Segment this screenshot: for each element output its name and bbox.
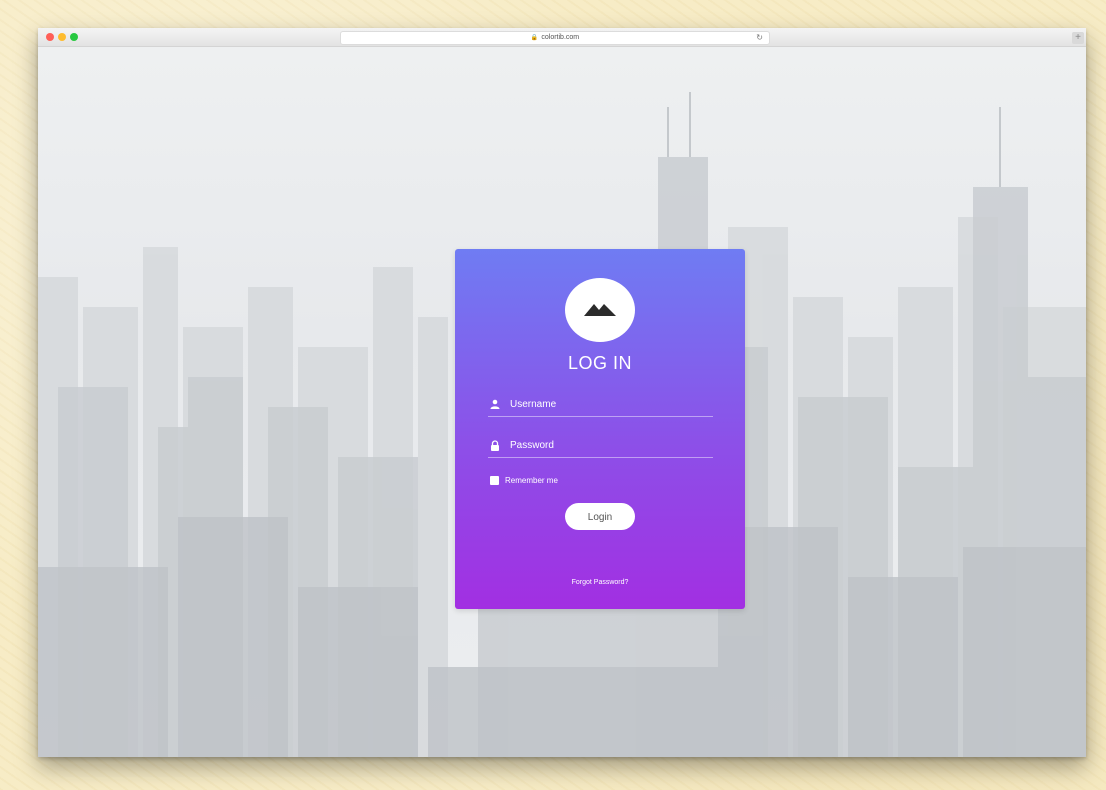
browser-titlebar: 🔒 colortib.com ↻ +	[38, 28, 1086, 47]
lock-icon: 🔒	[530, 35, 539, 41]
address-bar[interactable]: 🔒 colortib.com ↻	[340, 31, 770, 45]
login-title: LOG IN	[567, 353, 632, 373]
url-text: colortib.com	[541, 34, 580, 41]
new-tab-button[interactable]: +	[1072, 32, 1084, 44]
login-button[interactable]: Login	[565, 503, 635, 530]
minimize-window-button[interactable]	[58, 33, 66, 41]
password-field[interactable]	[488, 435, 713, 458]
close-window-button[interactable]	[46, 33, 54, 41]
lock-icon	[491, 440, 499, 451]
page-viewport: LOG IN Remember me Login F	[38, 47, 1086, 757]
browser-window: 🔒 colortib.com ↻ + LOG IN Username Remem…	[38, 28, 1086, 757]
reload-icon[interactable]: ↻	[756, 32, 763, 44]
user-icon	[490, 399, 500, 409]
password-input[interactable]	[508, 435, 712, 455]
username-input[interactable]	[508, 394, 712, 414]
mountain-icon	[584, 304, 616, 316]
username-field[interactable]	[488, 394, 713, 417]
remember-me-checkbox[interactable]	[490, 476, 499, 485]
login-card: LOG IN Remember me Login F	[455, 249, 745, 609]
remember-me-label: Remember me	[505, 476, 558, 485]
logo-badge	[565, 278, 635, 342]
maximize-window-button[interactable]	[70, 33, 78, 41]
forgot-password-link[interactable]: Forgot Password?	[455, 579, 745, 586]
